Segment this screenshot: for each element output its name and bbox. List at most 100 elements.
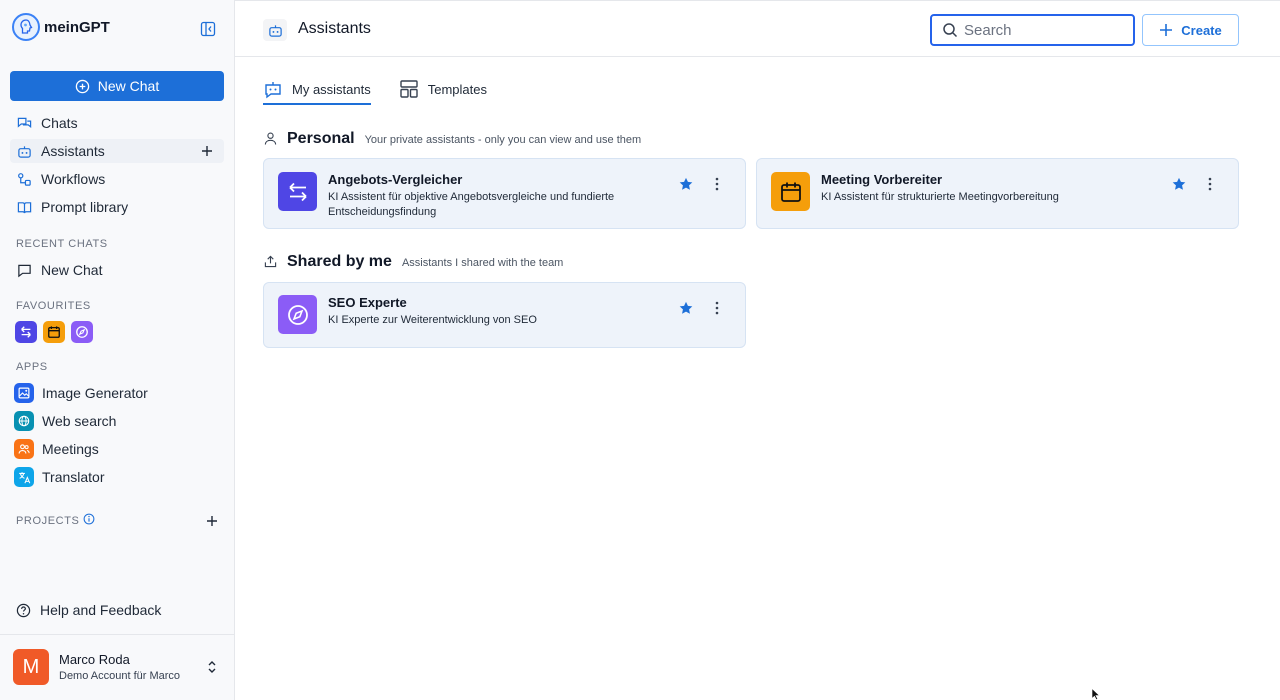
workflow-icon xyxy=(16,171,32,187)
favourite-meeting-vorbereiter[interactable] xyxy=(43,321,65,343)
section-title: Shared by me xyxy=(287,252,392,270)
assistant-card-angebots-vergleicher[interactable]: Angebots-Vergleicher KI Assistent für ob… xyxy=(263,158,746,229)
sidebar-item-workflows[interactable]: Workflows xyxy=(10,167,224,191)
sidebar-item-assistants[interactable]: Assistants xyxy=(10,139,224,163)
section-subtitle: Assistants I shared with the team xyxy=(401,256,564,269)
translate-icon xyxy=(14,467,34,487)
calendar-icon xyxy=(48,326,60,338)
sidebar-item-label: Assistants xyxy=(41,143,105,159)
new-chat-label: New Chat xyxy=(97,78,160,94)
app-label: Image Generator xyxy=(42,385,148,401)
search-input[interactable] xyxy=(964,21,1124,39)
favourites-list xyxy=(15,321,93,343)
sidebar-item-prompt-library[interactable]: Prompt library xyxy=(10,195,224,219)
favourite-star-button[interactable] xyxy=(1171,176,1187,192)
create-button[interactable]: Create xyxy=(1142,14,1239,46)
image-icon xyxy=(14,383,34,403)
user-name: Marco Roda xyxy=(59,652,130,667)
star-icon xyxy=(679,301,693,314)
people-icon xyxy=(14,439,34,459)
card-description: KI Experte zur Weiterentwicklung von SEO xyxy=(328,314,537,326)
more-options-button[interactable] xyxy=(710,176,724,192)
brand[interactable]: meinGPT xyxy=(12,13,110,41)
app-image-generator[interactable]: Image Generator xyxy=(14,382,148,404)
app-label: Meetings xyxy=(42,441,99,457)
card-title: SEO Experte xyxy=(328,295,407,310)
more-options-button[interactable] xyxy=(710,300,724,316)
star-icon xyxy=(679,177,693,190)
app-meetings[interactable]: Meetings xyxy=(14,438,99,460)
shared-section-header: Shared by me Assistants I shared with th… xyxy=(263,252,563,271)
search-icon xyxy=(943,23,958,38)
sidebar-item-label: Workflows xyxy=(41,171,106,187)
more-vertical-icon xyxy=(715,301,719,315)
user-menu[interactable]: M Marco Roda Demo Account für Marco xyxy=(0,634,234,700)
app-translator[interactable]: Translator xyxy=(14,466,105,488)
help-icon xyxy=(16,603,31,617)
brand-name: meinGPT xyxy=(44,18,110,36)
share-icon xyxy=(263,254,277,268)
sidebar-item-chats[interactable]: Chats xyxy=(10,111,224,135)
help-label: Help and Feedback xyxy=(40,602,162,618)
book-icon xyxy=(16,199,32,215)
more-options-button[interactable] xyxy=(1203,176,1217,192)
avatar: M xyxy=(13,649,49,685)
sidebar: meinGPT New Chat Chats Assistants Workfl… xyxy=(0,0,235,700)
page-title: Assistants xyxy=(298,20,371,37)
compass-icon xyxy=(278,295,317,334)
tabs: My assistants Templates xyxy=(263,74,487,105)
favourite-angebots-vergleicher[interactable] xyxy=(15,321,37,343)
card-title: Angebots-Vergleicher xyxy=(328,172,463,187)
section-subtitle: Your private assistants - only you can v… xyxy=(364,133,642,146)
globe-icon xyxy=(14,411,34,431)
robot-chat-icon xyxy=(265,82,281,99)
tab-label: Templates xyxy=(427,81,487,97)
app-web-search[interactable]: Web search xyxy=(14,410,116,432)
chevron-up-down-icon xyxy=(208,661,216,673)
arrows-icon xyxy=(21,326,31,338)
info-icon[interactable] xyxy=(83,512,95,530)
brand-logo-icon xyxy=(12,13,40,41)
favourite-seo-experte[interactable] xyxy=(71,321,93,343)
add-assistant-button[interactable] xyxy=(199,143,215,159)
sidebar-collapse-icon xyxy=(200,21,216,37)
tab-my-assistants[interactable]: My assistants xyxy=(263,74,371,105)
main-content: Assistants Create My assistants Template… xyxy=(235,0,1280,700)
mouse-cursor-icon xyxy=(1091,688,1101,700)
projects-label: PROJECTS xyxy=(16,515,80,527)
app-label: Web search xyxy=(42,413,117,429)
tab-label: My assistants xyxy=(292,81,371,97)
app-label: Translator xyxy=(42,469,105,485)
card-description: KI Assistent für objektive Angebotsvergl… xyxy=(328,191,615,218)
plus-icon xyxy=(207,516,217,526)
collapse-sidebar-button[interactable] xyxy=(198,19,218,39)
user-menu-toggle[interactable] xyxy=(204,659,220,675)
calendar-icon xyxy=(771,172,810,211)
personal-section-header: Personal Your private assistants - only … xyxy=(263,129,641,148)
assistant-card-meeting-vorbereiter[interactable]: Meeting Vorbereiter KI Assistent für str… xyxy=(756,158,1239,229)
favourites-label: FAVOURITES xyxy=(16,300,91,312)
template-icon xyxy=(400,80,418,98)
add-project-button[interactable] xyxy=(204,513,220,529)
favourite-star-button[interactable] xyxy=(678,176,694,192)
plus-icon xyxy=(202,146,212,156)
new-chat-button[interactable]: New Chat xyxy=(10,71,224,101)
tab-templates[interactable]: Templates xyxy=(399,74,487,104)
search-box xyxy=(930,14,1135,46)
chat-bubble-icon xyxy=(16,262,32,278)
more-vertical-icon xyxy=(1208,177,1212,191)
apps-label: APPS xyxy=(16,361,48,373)
chats-icon xyxy=(16,115,32,131)
recent-chat-label: New Chat xyxy=(41,262,103,278)
card-description: KI Assistent für strukturierte Meetingvo… xyxy=(821,191,1059,203)
more-vertical-icon xyxy=(715,177,719,191)
favourite-star-button[interactable] xyxy=(678,300,694,316)
assistant-card-seo-experte[interactable]: SEO Experte KI Experte zur Weiterentwick… xyxy=(263,282,746,348)
robot-icon xyxy=(16,143,32,159)
section-title: Personal xyxy=(287,129,355,147)
plus-circle-icon xyxy=(75,79,90,93)
recent-chat-item[interactable]: New Chat xyxy=(10,258,224,282)
sidebar-item-label: Prompt library xyxy=(41,199,129,215)
help-feedback-link[interactable]: Help and Feedback xyxy=(16,602,161,618)
projects-header: PROJECTS xyxy=(16,513,220,529)
